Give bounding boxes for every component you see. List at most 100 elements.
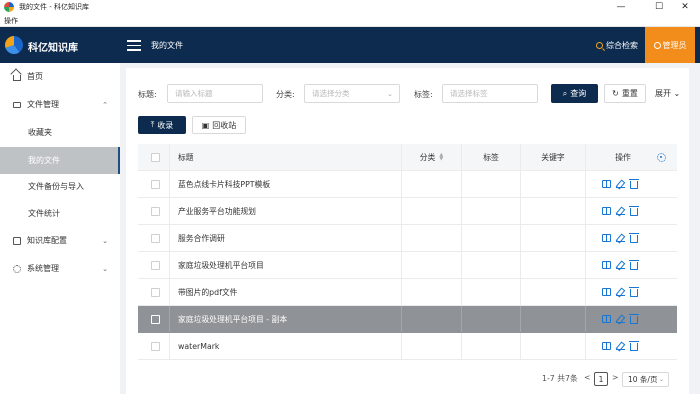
row-keywords bbox=[520, 252, 585, 278]
next-page-button[interactable]: > bbox=[612, 373, 619, 382]
sidebar-item-backup-import[interactable]: 文件备份与导入 bbox=[0, 173, 120, 200]
read-icon[interactable] bbox=[602, 261, 611, 269]
tag-select-placeholder: 请选择标签 bbox=[450, 89, 488, 98]
window-title: 我的文件 - 科亿知识库 bbox=[19, 3, 89, 11]
delete-icon[interactable] bbox=[629, 260, 639, 270]
table-settings-icon[interactable] bbox=[657, 144, 666, 170]
tag-select[interactable]: 请选择标签 bbox=[442, 84, 538, 103]
menu-toggle-icon[interactable] bbox=[127, 37, 141, 51]
table-row[interactable]: 产业服务平台功能规划 bbox=[138, 198, 677, 225]
page-number-1[interactable]: 1 bbox=[594, 372, 608, 386]
table-row[interactable]: waterMark bbox=[138, 333, 677, 360]
prev-page-button[interactable]: < bbox=[584, 373, 591, 382]
row-checkbox[interactable] bbox=[151, 198, 160, 224]
row-actions bbox=[585, 306, 660, 332]
refresh-icon: ↻ bbox=[612, 89, 619, 98]
row-checkbox[interactable] bbox=[151, 171, 160, 197]
row-checkbox[interactable] bbox=[151, 306, 160, 332]
edit-icon[interactable] bbox=[616, 261, 625, 269]
row-tags bbox=[461, 252, 520, 278]
power-icon bbox=[653, 41, 661, 49]
row-title[interactable]: 家庭垃圾处理机平台项目 bbox=[169, 252, 264, 278]
edit-icon[interactable] bbox=[616, 342, 625, 350]
row-checkbox[interactable] bbox=[151, 252, 160, 278]
table-body: 蓝色点线卡片科技PPT模板 产业服务平台功能规划 服务合作调研 家庭垃圾处理机平台项目… bbox=[138, 171, 677, 360]
page-size-select[interactable]: 10 条/页 ⌄ bbox=[622, 372, 669, 387]
sidebar-item-my-files[interactable]: 我的文件 bbox=[0, 147, 120, 174]
minimize-button[interactable]: — bbox=[606, 0, 636, 14]
close-button[interactable]: ✕ bbox=[670, 0, 700, 14]
row-actions bbox=[585, 252, 660, 278]
menu-operations[interactable]: 操作 bbox=[4, 16, 18, 26]
admin-button[interactable]: 管理员 bbox=[645, 27, 695, 63]
column-header-category[interactable]: 分类 ▲ ▼ bbox=[401, 144, 461, 170]
select-all-checkbox[interactable] bbox=[151, 144, 160, 170]
delete-icon[interactable] bbox=[629, 341, 639, 351]
pagination-summary: 1-7 共7条 bbox=[542, 374, 578, 383]
sidebar-item-file-management[interactable]: 文件管理 ⌃ bbox=[0, 91, 120, 118]
global-search-label: 综合检索 bbox=[606, 41, 638, 50]
query-button[interactable]: ⌕ 查询 bbox=[551, 84, 598, 103]
chevron-down-icon: ⌄ bbox=[658, 376, 664, 383]
recycle-bin-button[interactable]: ▣ 回收站 bbox=[192, 116, 246, 134]
chevron-down-icon: ⌄ bbox=[102, 264, 108, 273]
sidebar-item-label: 收藏夹 bbox=[28, 128, 52, 137]
global-search-button[interactable]: 综合检索 bbox=[596, 40, 638, 51]
admin-label: 管理员 bbox=[662, 40, 687, 50]
delete-icon[interactable] bbox=[629, 206, 639, 216]
brand-logo-icon bbox=[5, 36, 23, 54]
delete-icon[interactable] bbox=[629, 287, 639, 297]
file-table: 标题 分类 ▲ ▼ 标签 关键字 操作 蓝色点线卡片科技PPT模板 产业服务平台功能规… bbox=[138, 144, 677, 360]
row-actions bbox=[585, 225, 660, 251]
edit-icon[interactable] bbox=[616, 288, 625, 296]
row-title[interactable]: 家庭垃圾处理机平台项目 - 副本 bbox=[169, 306, 287, 332]
sidebar-item-kb-config[interactable]: 知识库配置 ⌄ bbox=[0, 227, 120, 254]
query-button-label: 查询 bbox=[570, 89, 587, 98]
title-search-input[interactable]: 请输入标题 bbox=[167, 84, 263, 103]
row-keywords bbox=[520, 198, 585, 224]
read-icon[interactable] bbox=[602, 288, 611, 296]
row-tags bbox=[461, 225, 520, 251]
window-scrollbar[interactable] bbox=[692, 63, 700, 394]
row-category bbox=[401, 171, 461, 197]
sidebar-item-file-stats[interactable]: 文件统计 bbox=[0, 200, 120, 227]
row-checkbox[interactable] bbox=[151, 225, 160, 251]
row-checkbox[interactable] bbox=[151, 333, 160, 359]
expand-button[interactable]: 展开 ⌄ bbox=[655, 88, 680, 99]
sidebar-item-system-management[interactable]: 系统管理 ⌄ bbox=[0, 255, 120, 282]
category-select[interactable]: 请选择分类 ⌄ bbox=[304, 84, 400, 103]
row-title[interactable]: 带图片的pdf文件 bbox=[169, 279, 237, 305]
sidebar-item-label: 文件备份与导入 bbox=[28, 182, 84, 191]
delete-icon[interactable] bbox=[629, 314, 639, 324]
read-icon[interactable] bbox=[602, 207, 611, 215]
row-category bbox=[401, 306, 461, 332]
sidebar: 首页 文件管理 ⌃ 收藏夹 我的文件 文件备份与导入 文件统计 知识库配置 ⌄ … bbox=[0, 63, 120, 394]
delete-icon[interactable] bbox=[629, 179, 639, 189]
table-row[interactable]: 蓝色点线卡片科技PPT模板 bbox=[138, 171, 677, 198]
row-title[interactable]: 服务合作调研 bbox=[169, 225, 225, 251]
table-row[interactable]: 带图片的pdf文件 bbox=[138, 279, 677, 306]
edit-icon[interactable] bbox=[616, 315, 625, 323]
table-row[interactable]: 服务合作调研 bbox=[138, 225, 677, 252]
row-title[interactable]: 产业服务平台功能规划 bbox=[169, 198, 256, 224]
page-title: 我的文件 bbox=[151, 41, 183, 50]
read-icon[interactable] bbox=[602, 234, 611, 242]
reset-button[interactable]: ↻ 重置 bbox=[604, 84, 646, 103]
delete-icon[interactable] bbox=[629, 233, 639, 243]
sidebar-item-favorites[interactable]: 收藏夹 bbox=[0, 119, 120, 146]
table-row[interactable]: 家庭垃圾处理机平台项目 - 副本 bbox=[138, 306, 677, 333]
recycle-bin-button-label: 回收站 bbox=[212, 120, 237, 130]
read-icon[interactable] bbox=[602, 315, 611, 323]
read-icon[interactable] bbox=[602, 342, 611, 350]
edit-icon[interactable] bbox=[616, 234, 625, 242]
row-title[interactable]: waterMark bbox=[169, 333, 219, 359]
row-title[interactable]: 蓝色点线卡片科技PPT模板 bbox=[169, 171, 270, 197]
collect-button[interactable]: ⤒ 收录 bbox=[138, 116, 186, 134]
edit-icon[interactable] bbox=[616, 207, 625, 215]
table-row[interactable]: 家庭垃圾处理机平台项目 bbox=[138, 252, 677, 279]
row-checkbox[interactable] bbox=[151, 279, 160, 305]
edit-icon[interactable] bbox=[616, 180, 625, 188]
sidebar-item-home[interactable]: 首页 bbox=[0, 63, 120, 90]
read-icon[interactable] bbox=[602, 180, 611, 188]
column-header-keywords: 关键字 bbox=[520, 144, 585, 170]
